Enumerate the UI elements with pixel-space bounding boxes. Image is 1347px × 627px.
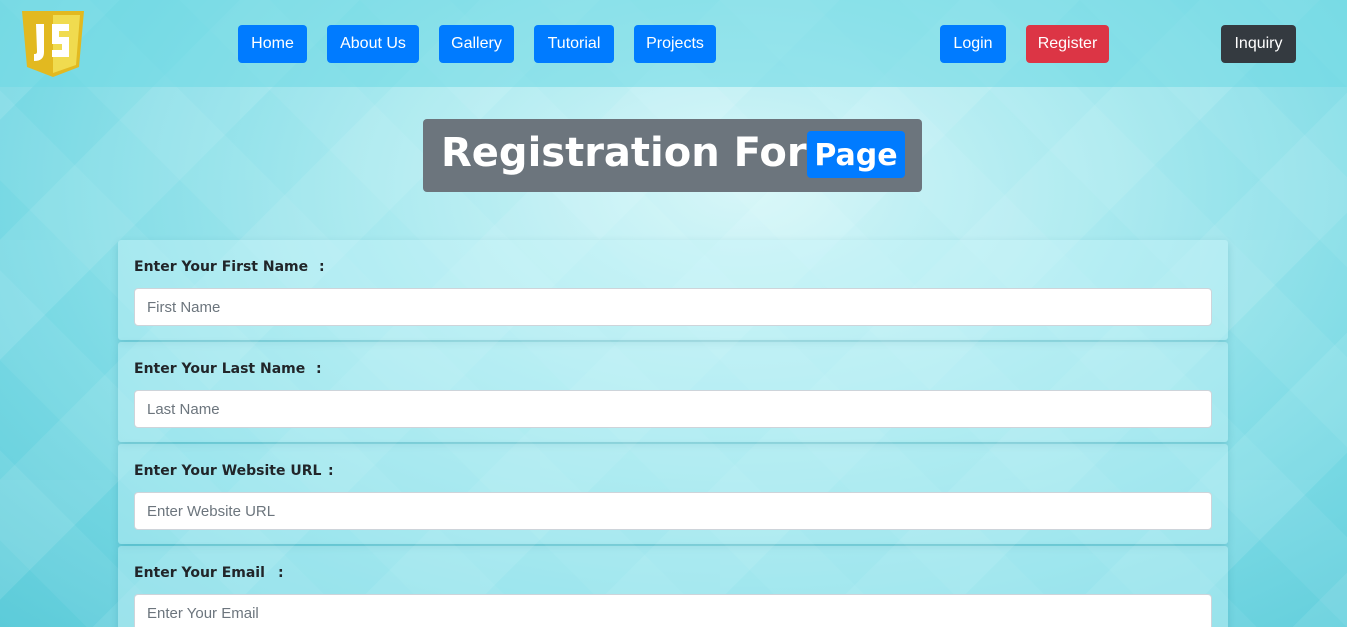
last-name-input[interactable] (134, 390, 1212, 428)
form-group-last-name: Enter Your Last Name : (118, 342, 1228, 442)
page-title: Registration Form (441, 130, 849, 176)
first-name-colon: : (319, 259, 325, 275)
website-url-colon: : (328, 463, 334, 479)
page-title-banner: Registration Form Page (423, 119, 922, 192)
last-name-label: Enter Your Last Name (134, 361, 306, 377)
register-button[interactable]: Register (1026, 25, 1109, 63)
nav-home-button[interactable]: Home (238, 25, 307, 63)
form-group-website-url: Enter Your Website URL : (118, 444, 1228, 544)
email-colon: : (278, 565, 284, 581)
inquiry-button[interactable]: Inquiry (1221, 25, 1296, 63)
nav-tutorial-button[interactable]: Tutorial (534, 25, 614, 63)
email-input[interactable] (134, 594, 1212, 627)
javascript-logo-icon[interactable] (19, 11, 87, 77)
nav-about-us-button[interactable]: About Us (327, 25, 419, 63)
page-title-badge: Page (807, 131, 905, 178)
first-name-input[interactable] (134, 288, 1212, 326)
form-group-email: Enter Your Email : (118, 546, 1228, 627)
first-name-label: Enter Your First Name (134, 259, 309, 275)
website-url-input[interactable] (134, 492, 1212, 530)
last-name-colon: : (316, 361, 322, 377)
form-group-first-name: Enter Your First Name : (118, 240, 1228, 340)
login-button[interactable]: Login (940, 25, 1006, 63)
email-label: Enter Your Email (134, 565, 265, 581)
nav-gallery-button[interactable]: Gallery (439, 25, 514, 63)
website-url-label: Enter Your Website URL (134, 463, 322, 479)
nav-projects-button[interactable]: Projects (634, 25, 716, 63)
navbar: JS Home About Us Gallery Tutorial Projec… (0, 0, 1347, 87)
